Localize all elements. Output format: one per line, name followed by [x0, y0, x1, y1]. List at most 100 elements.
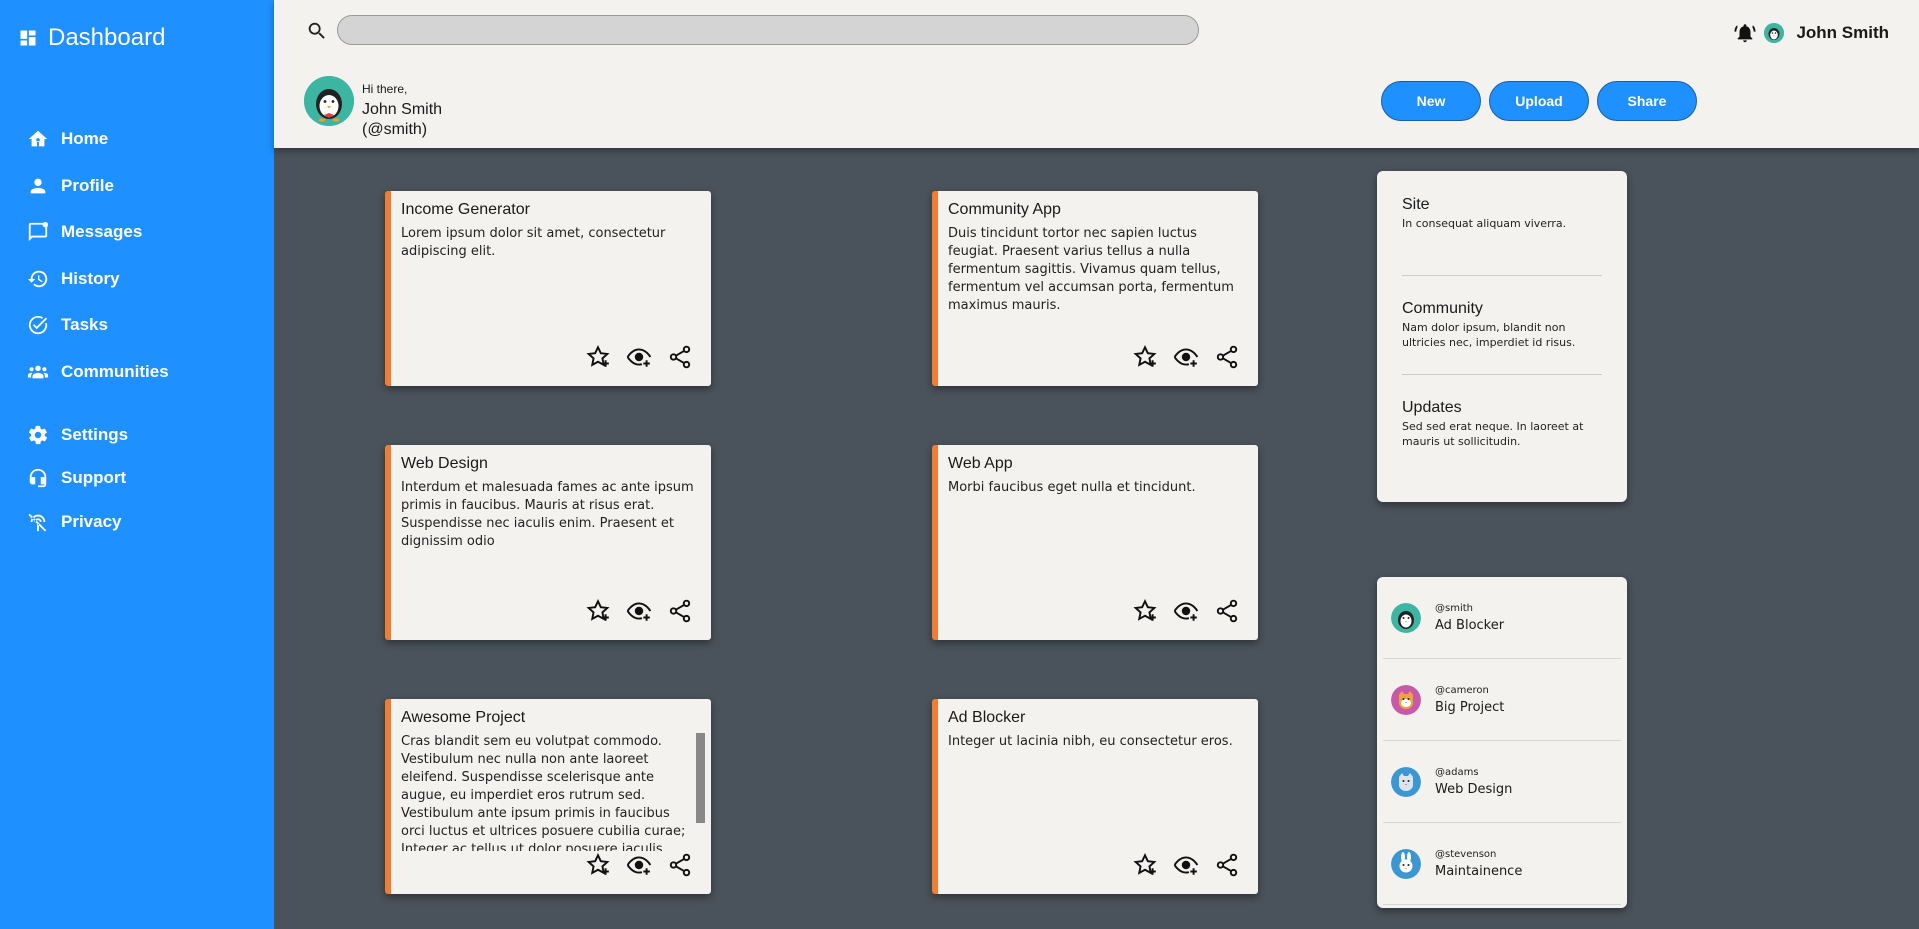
watch-icon[interactable]: [1173, 598, 1199, 624]
group-icon: [27, 365, 49, 379]
avatar: [1391, 602, 1421, 633]
sidebar-item-support[interactable]: Support: [0, 457, 274, 501]
trending-panel: @smith Ad Blocker @cameron Big Project @…: [1377, 577, 1627, 908]
card-title: Ad Blocker: [948, 709, 1026, 726]
card-actions: [1132, 598, 1240, 624]
watch-icon[interactable]: [626, 852, 652, 878]
info-item[interactable]: Community Nam dolor ipsum, blandit non u…: [1377, 300, 1627, 350]
search-input[interactable]: [337, 15, 1199, 45]
scrollbar[interactable]: [696, 733, 705, 823]
bell-icon[interactable]: [1734, 22, 1756, 44]
share-icon[interactable]: [1214, 344, 1240, 370]
sidebar-item-communities[interactable]: Communities: [0, 349, 274, 396]
activity-project: Big Project: [1435, 699, 1505, 715]
share-icon[interactable]: [667, 344, 693, 370]
sidebar-item-history[interactable]: History: [0, 256, 274, 303]
activity-project: Ad Blocker: [1435, 617, 1505, 633]
greeting: Hi there, John Smith (@smith): [362, 82, 442, 140]
activity-handle: @adams: [1435, 766, 1479, 778]
activity-project: Web Design: [1435, 781, 1513, 797]
new-button[interactable]: New: [1381, 81, 1481, 121]
divider: [1402, 374, 1602, 375]
star-add-icon[interactable]: [1132, 852, 1158, 878]
rabbit-icon: [1391, 848, 1421, 879]
card-text: Lorem ipsum dolor sit amet, consectetur …: [401, 226, 666, 259]
penguin-icon: [304, 76, 354, 126]
home-icon: [28, 131, 48, 147]
star-add-icon[interactable]: [585, 852, 611, 878]
privacy-icon: [28, 513, 47, 532]
info-text: Nam dolor ipsum, blandit non ultricies n…: [1402, 321, 1576, 349]
sidebar-item-messages[interactable]: Messages: [0, 209, 274, 256]
card-text: Integer ut lacinia nibh, eu consectetur …: [948, 734, 1233, 749]
profile-avatar[interactable]: [304, 76, 354, 126]
watch-icon[interactable]: [626, 598, 652, 624]
list-item[interactable]: @cameron Big Project: [1383, 659, 1621, 741]
share-icon[interactable]: [1214, 852, 1240, 878]
card-title: Web Design: [401, 455, 488, 472]
cat-icon: [1391, 766, 1421, 797]
star-add-icon[interactable]: [1132, 344, 1158, 370]
activity-text: @adams Web Design: [1435, 767, 1512, 797]
list-item[interactable]: @adams Web Design: [1383, 741, 1621, 823]
info-text: In consequat aliquam viverra.: [1402, 217, 1567, 230]
list-item[interactable]: @smith Ad Blocker: [1383, 577, 1621, 659]
avatar[interactable]: [1764, 23, 1785, 43]
share-button[interactable]: Share: [1597, 81, 1697, 121]
info-item[interactable]: Site In consequat aliquam viverra.: [1377, 196, 1627, 231]
project-card[interactable]: Web Design Interdum et malesuada fames a…: [385, 445, 711, 640]
info-item[interactable]: Updates Sed sed erat neque. In laoreet a…: [1377, 399, 1627, 449]
star-add-icon[interactable]: [585, 344, 611, 370]
card-text: Morbi faucibus eget nulla et tincidunt.: [948, 480, 1196, 495]
sidebar-item-label: Privacy: [61, 511, 122, 531]
activity-text: @stevenson Maintainence: [1435, 849, 1522, 879]
activity-handle: @cameron: [1435, 684, 1489, 696]
star-add-icon[interactable]: [585, 598, 611, 624]
sidebar: Dashboard Home Profile Messages History …: [0, 0, 274, 929]
share-icon[interactable]: [1214, 598, 1240, 624]
sidebar-item-label: History: [61, 268, 120, 288]
star-add-icon[interactable]: [1132, 598, 1158, 624]
share-icon[interactable]: [667, 852, 693, 878]
search-icon[interactable]: [306, 20, 328, 42]
activity-project: Maintainence: [1435, 863, 1523, 879]
card-title: Community App: [948, 201, 1061, 218]
penguin-icon: [1391, 602, 1421, 633]
activity-text: @cameron Big Project: [1435, 685, 1504, 715]
share-icon[interactable]: [667, 598, 693, 624]
header: John Smith Hi there, John Smith (@smith)…: [274, 0, 1919, 148]
sidebar-item-privacy[interactable]: Privacy: [0, 500, 274, 544]
brand[interactable]: Dashboard: [18, 24, 165, 52]
sidebar-item-label: Communities: [61, 361, 169, 381]
greeting-text: Hi there,: [362, 82, 408, 96]
task-icon: [28, 316, 48, 335]
project-card[interactable]: Awesome Project Cras blandit sem eu volu…: [385, 699, 711, 894]
sidebar-item-home[interactable]: Home: [0, 116, 274, 163]
user-name[interactable]: John Smith: [1796, 23, 1889, 43]
sidebar-item-tasks[interactable]: Tasks: [0, 302, 274, 349]
project-card[interactable]: Web App Morbi faucibus eget nulla et tin…: [932, 445, 1258, 640]
watch-icon[interactable]: [626, 344, 652, 370]
greeting-name: John Smith: [362, 101, 443, 118]
watch-icon[interactable]: [1173, 852, 1199, 878]
project-card[interactable]: Community App Duis tincidunt tortor nec …: [932, 191, 1258, 386]
sidebar-item-label: Profile: [61, 175, 114, 195]
project-card[interactable]: Ad Blocker Integer ut lacinia nibh, eu c…: [932, 699, 1258, 894]
sidebar-item-settings[interactable]: Settings: [0, 413, 274, 457]
sidebar-item-profile[interactable]: Profile: [0, 163, 274, 210]
activity-handle: @stevenson: [1435, 848, 1497, 860]
card-actions: [1132, 344, 1240, 370]
card-actions: [585, 344, 693, 370]
penguin-icon: [1764, 23, 1785, 43]
sidebar-item-label: Settings: [61, 424, 129, 444]
watch-icon[interactable]: [1173, 344, 1199, 370]
message-icon: [28, 222, 49, 242]
card-text: Interdum et malesuada fames ac ante ipsu…: [401, 480, 694, 549]
activity-handle: @smith: [1435, 602, 1473, 614]
list-item[interactable]: @stevenson Maintainence: [1383, 823, 1621, 905]
upload-button[interactable]: Upload: [1489, 81, 1589, 121]
person-icon: [30, 178, 46, 194]
project-card[interactable]: Income Generator Lorem ipsum dolor sit a…: [385, 191, 711, 386]
card-actions: [1132, 852, 1240, 878]
